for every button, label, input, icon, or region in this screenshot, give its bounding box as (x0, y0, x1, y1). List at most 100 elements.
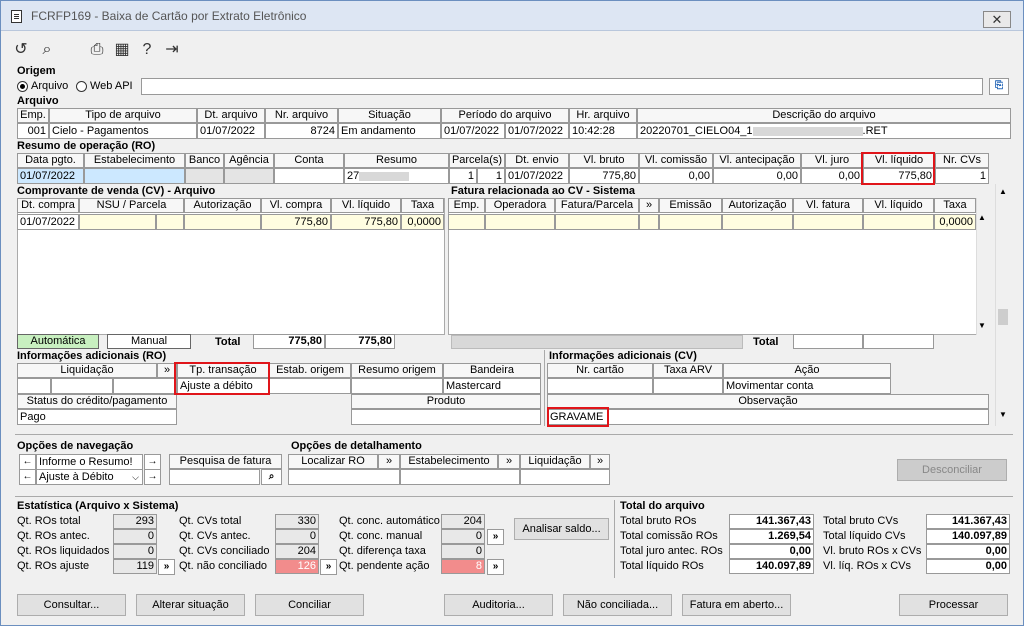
estabelecimento-input[interactable] (400, 469, 520, 485)
estabelecimento-expand[interactable]: » (498, 454, 520, 469)
alterar-situacao-button[interactable]: Alterar situação (136, 594, 245, 616)
liquidacao-b[interactable] (51, 378, 113, 394)
search-icon[interactable]: ⌕ (261, 469, 282, 485)
tp-transacao-value[interactable]: Ajuste a débito (177, 378, 269, 394)
fatura-emp[interactable] (448, 214, 485, 230)
main-scroll-up-icon[interactable]: ▲ (997, 187, 1009, 196)
resumo-conta[interactable] (274, 168, 344, 184)
calendar-icon[interactable]: ▦ (112, 40, 132, 60)
analisar-saldo-button[interactable]: Analisar saldo... (514, 518, 609, 540)
cv-taxa[interactable]: 0,0000 (401, 214, 444, 230)
resumo-header: Resumo (344, 153, 449, 168)
localizar-ro-expand[interactable]: » (378, 454, 400, 469)
processar-button[interactable]: Processar (899, 594, 1008, 616)
fatura-autorizacao[interactable] (722, 214, 793, 230)
nav-prev-icon[interactable]: ← (19, 454, 36, 470)
liquidacao-input[interactable] (520, 469, 610, 485)
liquidacao-det-expand[interactable]: » (590, 454, 610, 469)
resumo-juro[interactable]: 0,00 (801, 168, 863, 184)
observacao-value[interactable]: GRAVAME (547, 409, 989, 425)
resumo-liquido[interactable]: 775,80 (863, 168, 935, 184)
resumo-bruto[interactable]: 775,80 (569, 168, 639, 184)
nav-next-2-icon[interactable]: → (144, 469, 161, 485)
main-scroll-down-icon[interactable]: ▼ (997, 410, 1009, 419)
consultar-button[interactable]: Consultar... (17, 594, 126, 616)
resumo-origem-value[interactable] (351, 378, 443, 394)
resumo-dt-envio[interactable]: 01/07/2022 (505, 168, 569, 184)
fatura-emissao[interactable] (659, 214, 722, 230)
resumo-estab[interactable] (84, 168, 185, 184)
fatura-expand[interactable] (639, 214, 659, 230)
origem-path-input[interactable] (141, 78, 983, 95)
exit-icon[interactable]: ⇥ (162, 40, 182, 60)
cv-compra[interactable]: 775,80 (261, 214, 331, 230)
resumo-header: Agência (224, 153, 274, 168)
liquidacao-c[interactable] (113, 378, 177, 394)
ros-ajuste-expand[interactable]: » (158, 559, 175, 575)
resumo-comissao[interactable]: 0,00 (639, 168, 713, 184)
undo-icon[interactable]: ↺ (11, 40, 31, 60)
scroll-down-icon[interactable]: ▼ (977, 321, 987, 330)
taxa-arv-value[interactable] (653, 378, 723, 394)
produto-value[interactable] (351, 409, 541, 425)
help-icon[interactable]: ? (137, 40, 157, 60)
estat-label-item: Qt. não conciliado (179, 560, 268, 572)
close-button[interactable]: ✕ (983, 11, 1011, 28)
browse-icon[interactable]: ⎘ (989, 78, 1009, 95)
resumo-antecipacao[interactable]: 0,00 (713, 168, 801, 184)
conciliar-button[interactable]: Conciliar (255, 594, 364, 616)
fatura-operadora[interactable] (485, 214, 555, 230)
estab-origem-value[interactable] (269, 378, 351, 394)
total-liquido-cvs: 140.097,89 (926, 529, 1010, 544)
pendente-acao-expand[interactable]: » (487, 559, 504, 575)
bandeira-value[interactable]: Mastercard (443, 378, 541, 394)
pesquisa-input[interactable] (169, 469, 260, 485)
print-icon[interactable]: ⎙ (87, 40, 107, 60)
nav-select-1[interactable]: Informe o Resumo! (36, 454, 143, 470)
acao-value[interactable]: Movimentar conta (723, 378, 891, 394)
desconciliar-button[interactable]: Desconciliar (897, 459, 1007, 481)
nav-select-2[interactable]: Ajuste à Débito ⌵ (36, 469, 143, 485)
toolbar: ↺ ⌕ ⎙ ▦ ? ⇥ (1, 32, 1023, 66)
cv-parcela[interactable] (156, 214, 184, 230)
cv-liquido[interactable]: 775,80 (331, 214, 401, 230)
status-value[interactable]: Pago (17, 409, 177, 425)
resumo-agencia[interactable] (224, 168, 274, 184)
arquivo-header: Dt. arquivo (197, 108, 265, 123)
localizar-ro-input[interactable] (288, 469, 400, 485)
total-label-item: Total líquido ROs (620, 560, 704, 572)
cv-autorizacao[interactable] (184, 214, 261, 230)
fatura-taxa[interactable]: 0,0000 (934, 214, 976, 230)
liquidacao-a[interactable] (17, 378, 51, 394)
nao-conciliada-button[interactable]: Não conciliada... (563, 594, 672, 616)
scroll-up-icon[interactable]: ▲ (977, 213, 987, 222)
resumo-parc-a[interactable]: 1 (449, 168, 477, 184)
resumo-nrcvs[interactable]: 1 (935, 168, 989, 184)
resumo-resumo[interactable]: 27 (344, 168, 449, 184)
fatura-vl-liquido[interactable] (863, 214, 934, 230)
manual-button[interactable]: Manual (107, 334, 191, 349)
resumo-parc-b[interactable]: 1 (477, 168, 505, 184)
radio-arquivo[interactable] (17, 81, 28, 92)
nr-cartao-value[interactable] (547, 378, 653, 394)
radio-webapi[interactable] (76, 81, 87, 92)
cv-dt[interactable]: 01/07/2022 (17, 214, 79, 230)
search-icon[interactable]: ⌕ (37, 40, 57, 60)
nao-conciliado-expand[interactable]: » (320, 559, 337, 575)
automatica-button[interactable]: Automática (17, 334, 99, 349)
main-scrollbar[interactable] (995, 184, 1011, 426)
main-scroll-thumb[interactable] (998, 309, 1008, 325)
fatura-header[interactable]: » (639, 198, 659, 213)
fatura-em-aberto-button[interactable]: Fatura em aberto... (682, 594, 791, 616)
fatura-parcela[interactable] (555, 214, 639, 230)
fatura-vl-fatura[interactable] (793, 214, 863, 230)
nav-prev-2-icon[interactable]: ← (19, 469, 36, 485)
liquidacao-expand[interactable]: » (157, 363, 177, 378)
nav-next-icon[interactable]: → (144, 454, 161, 470)
resumo-data[interactable]: 01/07/2022 (17, 168, 84, 184)
conc-manual-expand[interactable]: » (487, 529, 504, 545)
resumo-banco[interactable] (185, 168, 224, 184)
qt-ros-antec: 0 (113, 529, 157, 544)
auditoria-button[interactable]: Auditoria... (444, 594, 553, 616)
cv-nsu[interactable] (79, 214, 156, 230)
